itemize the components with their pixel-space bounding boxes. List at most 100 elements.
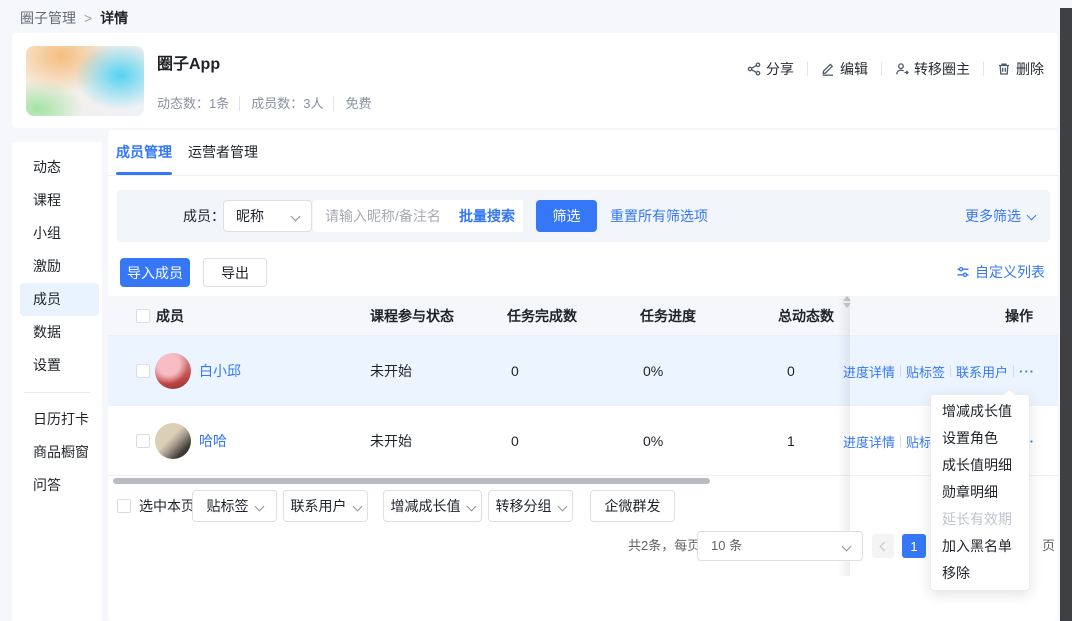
table-header: 成员 课程参与状态 任务完成数 任务进度 总动态数 操作 — [108, 296, 1058, 336]
task-progress-cell: 0% — [643, 336, 663, 406]
contact-user-link[interactable]: 联系用户 — [956, 362, 1008, 381]
sidebar-item-settings[interactable]: 设置 — [12, 349, 102, 382]
total-posts-cell: 1 — [787, 406, 795, 476]
wecom-broadcast-label: 企微群发 — [605, 496, 661, 516]
nickname-input-placeholder: 请输入昵称/备注名 — [325, 200, 441, 232]
wecom-broadcast-button[interactable]: 企微群发 — [590, 490, 675, 522]
member-name-link[interactable]: 哈哈 — [199, 406, 227, 476]
transfer-owner-label: 转移圈主 — [914, 59, 970, 79]
batch-action-bar: 选中本页 贴标签 联系用户 增减成长值 转移分组 企微群发 — [108, 490, 1058, 522]
sidebar-item-product-showcase[interactable]: 商品橱窗 — [12, 436, 102, 469]
chevron-down-icon — [352, 501, 362, 511]
sidebar: 动态 课程 小组 激励 成员 数据 设置 日历打卡 商品橱窗 问答 — [12, 142, 102, 621]
more-filters-label: 更多筛选 — [965, 208, 1021, 224]
sliders-icon — [956, 265, 970, 279]
member-avatar — [155, 423, 191, 459]
menu-item-extend-validity: 延长有效期 — [931, 506, 1029, 533]
tab-member-management[interactable]: 成员管理 — [116, 130, 172, 175]
batch-growth-button[interactable]: 增减成长值 — [383, 490, 482, 522]
filter-type-select[interactable]: 昵称 — [223, 200, 312, 232]
transfer-owner-button[interactable]: 转移圈主 — [882, 59, 983, 79]
sidebar-item-incentives[interactable]: 激励 — [12, 250, 102, 283]
course-status-cell: 未开始 — [370, 406, 412, 476]
batch-search-link[interactable]: 批量搜索 — [459, 200, 515, 232]
chevron-down-icon — [1027, 211, 1037, 221]
menu-item-growth-detail[interactable]: 成长值明细 — [931, 452, 1029, 479]
customize-columns-link[interactable]: 自定义列表 — [956, 262, 1045, 282]
member-management-page: 圈子管理>详情 圈子App 动态数：1条成员数：3人免费 分享 编辑 转移圈主 — [0, 0, 1072, 621]
menu-item-remove[interactable]: 移除 — [931, 560, 1029, 587]
member-name-link[interactable]: 白小邱 — [199, 336, 241, 406]
sidebar-item-moments[interactable]: 动态 — [12, 151, 102, 184]
row-checkbox[interactable] — [136, 364, 150, 378]
filter-bar: 成员： 昵称 请输入昵称/备注名 批量搜索 筛选 重置所有筛选项 更多筛选 — [117, 190, 1050, 242]
batch-tag-label: 贴标签 — [207, 496, 249, 516]
delete-button[interactable]: 删除 — [984, 59, 1044, 79]
more-actions-button[interactable]: ··· — [1019, 364, 1035, 379]
edit-icon — [821, 62, 835, 76]
progress-detail-link[interactable]: 进度详情 — [843, 362, 895, 381]
tab-bar: 成员管理 运营者管理 — [108, 130, 1058, 176]
select-all-checkbox[interactable] — [136, 309, 150, 323]
page-size-select[interactable]: 10 条 — [697, 531, 863, 561]
column-member: 成员 — [156, 296, 184, 336]
column-task-progress: 任务进度 — [640, 296, 696, 336]
sidebar-item-courses[interactable]: 课程 — [12, 184, 102, 217]
column-total-posts: 总动态数 — [778, 296, 834, 336]
edit-button[interactable]: 编辑 — [808, 59, 881, 79]
breadcrumb-current: 详情 — [100, 10, 128, 26]
table-row: 哈哈 未开始 0 0% 1 进度详情 贴标签 联系用户 ··· — [108, 406, 1058, 476]
row-checkbox[interactable] — [136, 434, 150, 448]
sidebar-item-members[interactable]: 成员 — [20, 283, 99, 316]
content-panel: 成员管理 运营者管理 成员： 昵称 请输入昵称/备注名 批量搜索 筛选 重置所有… — [108, 130, 1058, 621]
filter-button[interactable]: 筛选 — [536, 200, 597, 232]
breadcrumb-separator: > — [84, 10, 92, 26]
circle-cover-image — [26, 46, 144, 116]
pagination-total: 共2条，每页 — [628, 533, 700, 559]
delete-label: 删除 — [1016, 59, 1044, 79]
menu-item-set-role[interactable]: 设置角色 — [931, 425, 1029, 452]
select-page-label[interactable]: 选中本页 — [139, 490, 195, 522]
window-edge-strip — [1060, 8, 1072, 621]
previous-page-button[interactable] — [872, 534, 894, 558]
menu-item-blacklist[interactable]: 加入黑名单 — [931, 533, 1029, 560]
share-button[interactable]: 分享 — [734, 59, 807, 79]
course-status-cell: 未开始 — [370, 336, 412, 406]
chevron-down-icon — [466, 501, 476, 511]
more-filters-link[interactable]: 更多筛选 — [965, 190, 1035, 242]
sidebar-item-calendar-checkin[interactable]: 日历打卡 — [12, 403, 102, 436]
sidebar-item-data[interactable]: 数据 — [12, 316, 102, 349]
share-label: 分享 — [766, 59, 794, 79]
chevron-down-icon — [291, 212, 301, 222]
select-page-checkbox[interactable] — [117, 499, 131, 513]
nickname-search-input[interactable]: 请输入昵称/备注名 批量搜索 — [313, 200, 523, 232]
sidebar-item-groups[interactable]: 小组 — [12, 217, 102, 250]
export-button[interactable]: 导出 — [203, 258, 267, 287]
import-members-button[interactable]: 导入成员 — [120, 258, 190, 287]
header-actions: 分享 编辑 转移圈主 删除 — [734, 59, 1044, 79]
transfer-owner-icon — [895, 62, 909, 76]
page-number-button[interactable]: 1 — [902, 534, 926, 558]
column-tasks-done: 任务完成数 — [507, 296, 577, 336]
tag-link[interactable]: 贴标签 — [906, 362, 945, 381]
column-actions: 操作 — [1005, 296, 1033, 336]
row-actions-context-menu: 增减成长值 设置角色 成长值明细 勋章明细 延长有效期 加入黑名单 移除 — [930, 394, 1030, 591]
sidebar-item-qna[interactable]: 问答 — [12, 469, 102, 502]
menu-item-medal-detail[interactable]: 勋章明细 — [931, 479, 1029, 506]
horizontal-scrollbar[interactable] — [113, 478, 710, 484]
batch-transfer-group-button[interactable]: 转移分组 — [488, 490, 573, 522]
member-avatar — [155, 353, 191, 389]
menu-item-adjust-growth[interactable]: 增减成长值 — [931, 398, 1029, 425]
batch-contact-button[interactable]: 联系用户 — [283, 490, 368, 522]
tab-operator-management[interactable]: 运营者管理 — [188, 130, 258, 175]
chevron-down-icon — [842, 542, 852, 552]
reset-filters-link[interactable]: 重置所有筛选项 — [610, 190, 708, 242]
circle-stats: 动态数：1条成员数：3人免费 — [157, 93, 371, 112]
batch-tag-button[interactable]: 贴标签 — [192, 490, 277, 522]
column-course-status: 课程参与状态 — [370, 296, 454, 336]
table-row: 白小邱 未开始 0 0% 0 进度详情 贴标签 联系用户 ··· — [108, 336, 1058, 406]
progress-detail-link[interactable]: 进度详情 — [843, 432, 895, 451]
breadcrumb-parent[interactable]: 圈子管理 — [20, 10, 76, 26]
goto-page-suffix: 页 — [1042, 533, 1055, 559]
breadcrumb: 圈子管理 > 详情 — [20, 8, 128, 28]
